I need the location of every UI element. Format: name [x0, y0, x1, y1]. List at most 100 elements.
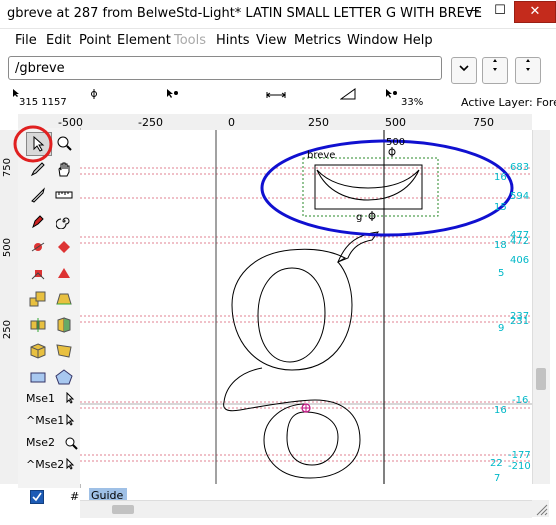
shift-mouse2-pointer-icon	[66, 457, 76, 473]
glyph-canvas[interactable]: breve g 500 683 16 594 15 477 472 18 406…	[80, 130, 532, 484]
tool-palette: Mse1 ^Mse1 Mse2 ^Mse2	[13, 125, 81, 488]
menu-point[interactable]: Point	[79, 33, 111, 48]
ruler-tick-label: -250	[138, 116, 163, 129]
glyph-outline-view	[80, 130, 532, 484]
mouse2-label: Mse2	[26, 436, 55, 449]
curve-point-icon	[31, 242, 45, 252]
curve-point-tool[interactable]	[26, 236, 50, 258]
hv-curve-point-tool[interactable]	[52, 236, 76, 258]
perspective-tool[interactable]	[52, 314, 76, 336]
ruler-icon	[55, 191, 73, 199]
skew-icon	[56, 293, 72, 305]
metric-label: 472	[510, 236, 530, 247]
guide-hash: #	[70, 490, 80, 503]
diamond-point-icon	[58, 241, 70, 253]
g-upper-bowl-outer	[231, 248, 353, 371]
guide-lines	[80, 167, 532, 462]
up-down-arrows-icon	[526, 59, 530, 71]
pen-tool[interactable]	[26, 210, 50, 232]
menu-hints[interactable]: Hints	[216, 33, 250, 48]
zoom-level: 33%	[401, 97, 424, 108]
guide-visible-checkbox[interactable]	[30, 490, 44, 504]
metric-label: -16	[512, 395, 529, 406]
rotate-3d-tool[interactable]	[26, 340, 50, 362]
glyph-step-button[interactable]	[515, 57, 541, 84]
horizontal-ruler: -500 -250 0 250 500 750	[18, 114, 532, 131]
tangent-point-tool[interactable]	[52, 262, 76, 284]
metric-label: 16	[494, 405, 507, 416]
rectangle-icon	[30, 372, 46, 383]
flip-tool[interactable]	[26, 314, 50, 336]
menu-help[interactable]: Help	[403, 33, 433, 48]
menu-bar: File Edit Point Element Tools Hints View…	[0, 29, 556, 53]
anchor-marker	[388, 147, 396, 157]
distort-icon	[56, 344, 72, 358]
menu-tools: Tools	[174, 33, 207, 48]
arrow-point-icon	[167, 89, 178, 98]
g-component-label: g	[356, 212, 363, 223]
metric-label: -177	[508, 450, 531, 461]
metric-label: 683	[510, 162, 530, 173]
vertical-ruler: 750 500 250	[0, 130, 19, 484]
metric-label: 16	[494, 172, 507, 183]
polygon-tool[interactable]	[52, 366, 76, 388]
knife-tool[interactable]	[26, 184, 50, 206]
menu-edit[interactable]: Edit	[46, 33, 71, 48]
arrow-point-icon	[386, 89, 397, 98]
ruler-tick-label: 500	[2, 238, 13, 258]
flip-icon	[30, 318, 46, 332]
perspective-icon	[57, 317, 71, 333]
skew-tool[interactable]	[52, 288, 76, 310]
chevron-down-icon	[459, 65, 469, 72]
glyph-dropdown-button[interactable]	[451, 57, 477, 84]
spiral-icon	[56, 217, 70, 229]
distort-tool[interactable]	[52, 340, 76, 362]
resize-grip[interactable]	[532, 500, 549, 517]
shift-mouse1-label: ^Mse1	[26, 414, 65, 427]
g-lower-loop-inner	[286, 411, 339, 466]
window-title: gbreve at 287 from BelweStd-Light* LATIN…	[7, 6, 482, 21]
corner-point-tool[interactable]	[26, 262, 50, 284]
shift-mouse2-label: ^Mse2	[26, 458, 65, 471]
glyph-name-input[interactable]	[8, 56, 442, 80]
menu-metrics[interactable]: Metrics	[294, 33, 341, 48]
vertical-scrollbar[interactable]	[532, 130, 550, 484]
ruler-tick-label: 500	[385, 116, 406, 129]
menu-file[interactable]: File	[15, 33, 37, 48]
cursor-coordinates: 315 1157	[19, 97, 67, 108]
g-upper-bowl-inner	[257, 267, 326, 363]
minimize-button[interactable]: —	[460, 1, 486, 21]
vertical-scroll-thumb[interactable]	[536, 368, 546, 390]
pentagon-icon	[55, 369, 73, 385]
spiro-tool[interactable]	[52, 210, 76, 232]
active-layer-label: Active Layer: Fore	[461, 96, 556, 109]
resize-grip-icon	[536, 504, 548, 516]
menu-element[interactable]: Element	[117, 33, 171, 48]
ruler-tick-label: 0	[228, 116, 235, 129]
menu-view[interactable]: View	[256, 33, 287, 48]
metric-label: 5	[498, 268, 505, 279]
pen-nib-icon	[32, 215, 44, 229]
checkmark-icon	[32, 492, 42, 502]
mouse1-label: Mse1	[26, 392, 55, 405]
metric-label: 15	[494, 202, 507, 213]
info-row: 315 1157 33% Active Layer: Fore	[0, 86, 556, 114]
metric-label: 406	[510, 255, 530, 266]
angle-icon	[340, 88, 356, 100]
ruler-tick-label: 250	[2, 320, 13, 340]
breve-bounding-box	[302, 157, 439, 217]
selection-highlight-circle	[13, 125, 53, 163]
close-button[interactable]: ✕	[514, 1, 556, 23]
horizontal-scrollbar[interactable]	[80, 500, 532, 518]
rectangle-tool[interactable]	[26, 366, 50, 388]
mouse1-pointer-icon	[66, 391, 76, 407]
up-down-arrows-icon	[493, 59, 497, 71]
glyph-prev-next-button[interactable]	[482, 57, 508, 84]
horizontal-scroll-thumb[interactable]	[112, 505, 134, 514]
shift-mouse1-pointer-icon	[66, 413, 76, 429]
scale-tool[interactable]	[26, 288, 50, 310]
scale-icon	[29, 291, 46, 307]
maximize-button[interactable]: ☐	[487, 1, 513, 21]
menu-window[interactable]: Window	[347, 33, 398, 48]
ruler-tool[interactable]	[52, 184, 76, 206]
